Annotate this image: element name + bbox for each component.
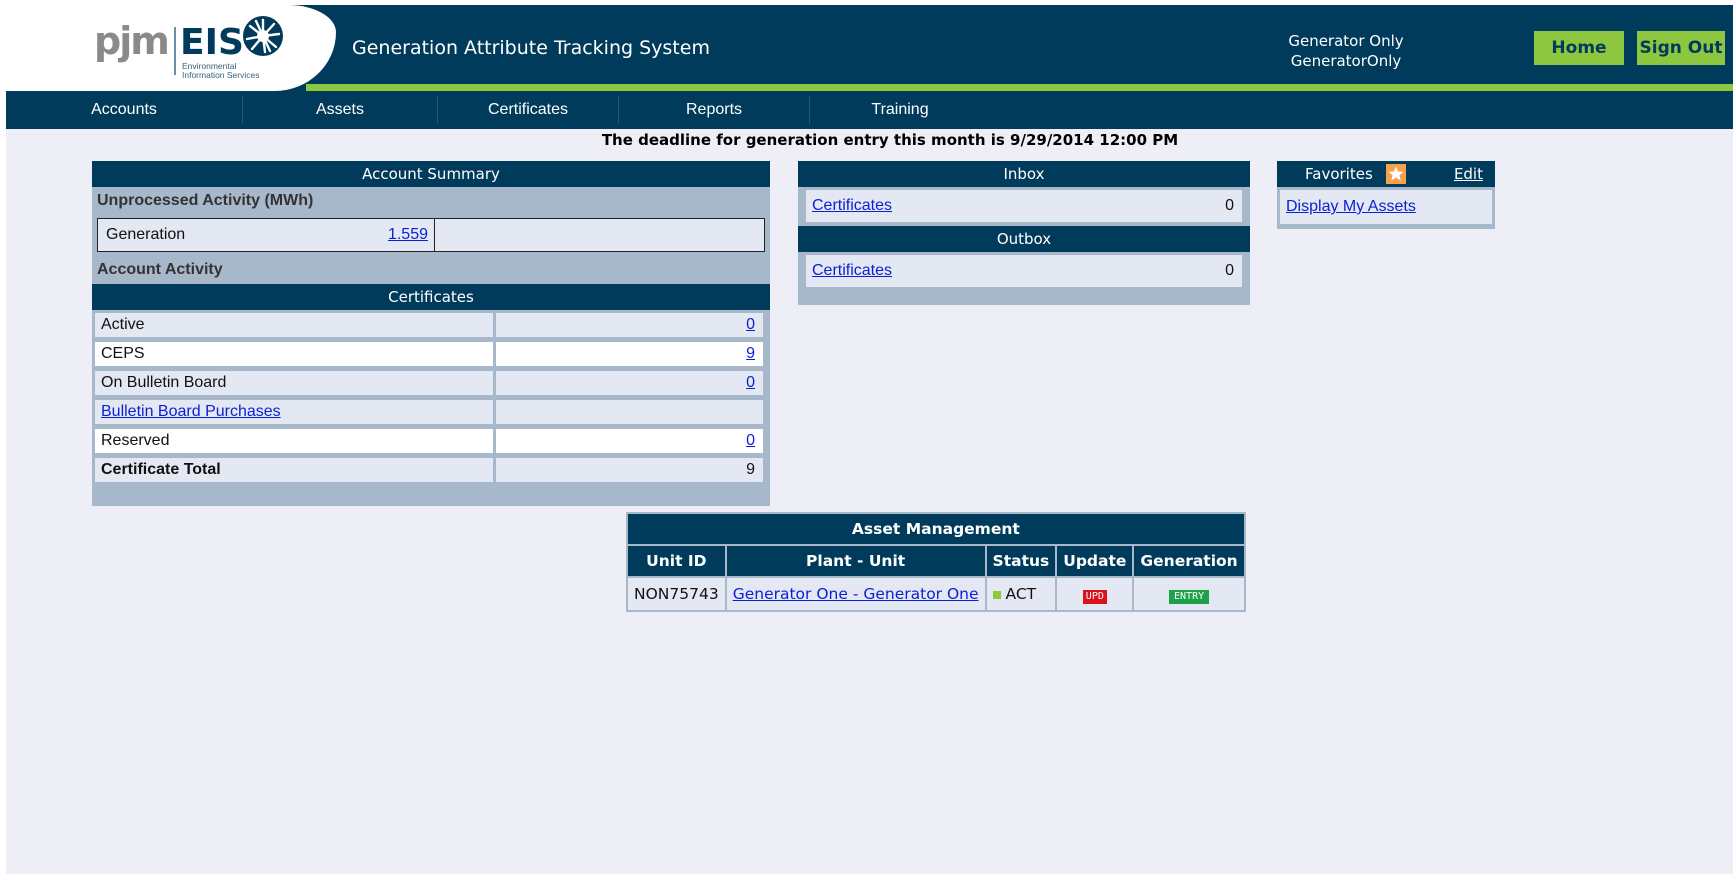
- cert-row-value-cell: [496, 400, 763, 424]
- column-header-status: Status: [986, 546, 1056, 576]
- sun-icon: [243, 16, 283, 56]
- generation-row-divider: [434, 219, 435, 251]
- page-frame: pjm EIS Environmental Information Servic…: [6, 5, 1733, 874]
- logo[interactable]: pjm EIS Environmental Information Servic…: [6, 5, 336, 91]
- sign-out-button[interactable]: Sign Out: [1637, 31, 1725, 65]
- column-header-unit-id: Unit ID: [628, 546, 725, 576]
- column-header-update: Update: [1057, 546, 1133, 576]
- home-button[interactable]: Home: [1534, 31, 1624, 65]
- logo-subtitle: Environmental Information Services: [182, 62, 259, 80]
- display-my-assets-link[interactable]: Display My Assets: [1286, 190, 1416, 224]
- cert-row-value-cell: 0: [496, 313, 763, 337]
- inbox-outbox-panel: Inbox Certificates 0 Outbox Certificates…: [798, 161, 1250, 305]
- status-indicator-icon: [992, 590, 1001, 599]
- cert-row-label: Active: [95, 313, 493, 337]
- cert-row-reserved: Reserved 0: [92, 426, 770, 455]
- cert-row-label: On Bulletin Board: [95, 371, 493, 395]
- account-summary-header: Account Summary: [92, 161, 770, 187]
- favorites-edit-link[interactable]: Edit: [1454, 161, 1483, 187]
- update-button[interactable]: UPD: [1082, 589, 1107, 604]
- nav-item-certificates[interactable]: Certificates: [438, 91, 618, 129]
- logo-pjm-text: pjm: [94, 19, 170, 63]
- user-role: Generator Only: [1288, 32, 1404, 50]
- favorites-header: Favorites Edit: [1277, 161, 1495, 187]
- outbox-header: Outbox: [798, 226, 1250, 252]
- cert-row-bulletin-board: On Bulletin Board 0: [92, 368, 770, 397]
- cert-total-label: Certificate Total: [95, 458, 493, 482]
- user-name: GeneratorOnly: [1290, 52, 1402, 70]
- header-accent-stripe: [306, 84, 1733, 91]
- cert-reserved-link[interactable]: 0: [746, 432, 755, 449]
- favorites-title: Favorites: [1305, 165, 1373, 183]
- plant-unit-link[interactable]: Generator One - Generator One: [733, 585, 979, 603]
- asset-management-table: Asset Management Unit ID Plant - Unit St…: [626, 512, 1246, 612]
- favorites-row: Display My Assets: [1280, 190, 1492, 224]
- user-info: Generator Only GeneratorOnly: [1246, 31, 1446, 71]
- nav-item-assets[interactable]: Assets: [243, 91, 437, 129]
- inbox-certificates-link[interactable]: Certificates: [812, 190, 892, 222]
- cert-ceps-link[interactable]: 9: [746, 345, 755, 362]
- logo-eis-text: EIS: [180, 22, 244, 63]
- asset-management-header: Asset Management: [628, 514, 1244, 544]
- column-header-plant-unit: Plant - Unit: [726, 546, 985, 576]
- nav-item-training[interactable]: Training: [810, 91, 990, 129]
- column-header-generation: Generation: [1134, 546, 1244, 576]
- cert-active-link[interactable]: 0: [746, 316, 755, 333]
- table-row: NON75743 Generator One - Generator One A…: [628, 578, 1244, 610]
- inbox-count: 0: [1225, 197, 1234, 214]
- plant-unit-cell: Generator One - Generator One: [726, 578, 985, 610]
- update-cell: UPD: [1057, 578, 1133, 610]
- asset-title-row: Asset Management: [628, 514, 1244, 544]
- status-cell: ACT: [986, 578, 1056, 610]
- cert-row-ceps: CEPS 9: [92, 339, 770, 368]
- header: pjm EIS Environmental Information Servic…: [6, 5, 1733, 91]
- cert-row-label-cell: Bulletin Board Purchases: [95, 400, 493, 424]
- outbox-count: 0: [1225, 262, 1234, 279]
- account-activity-label: Account Activity: [97, 261, 223, 278]
- cert-row-total: Certificate Total 9: [92, 455, 770, 484]
- cert-row-value-cell: 0: [496, 371, 763, 395]
- bulletin-board-purchases-link[interactable]: Bulletin Board Purchases: [101, 403, 281, 420]
- unit-id-cell: NON75743: [628, 578, 725, 610]
- account-summary-panel: Account Summary Unprocessed Activity (MW…: [92, 161, 770, 506]
- cert-row-value-cell: 9: [496, 342, 763, 366]
- main-nav: Accounts Assets Certificates Reports Tra…: [6, 91, 1733, 129]
- cert-row-value-cell: 0: [496, 429, 763, 453]
- cert-total-value: 9: [496, 458, 763, 482]
- favorites-panel: Favorites Edit Display My Assets: [1277, 161, 1495, 229]
- app-title: Generation Attribute Tracking System: [352, 37, 710, 59]
- generation-cell: ENTRY: [1134, 578, 1244, 610]
- outbox-row: Certificates 0: [806, 255, 1242, 287]
- nav-item-reports[interactable]: Reports: [619, 91, 809, 129]
- inbox-row: Certificates 0: [806, 190, 1242, 222]
- outbox-certificates-link[interactable]: Certificates: [812, 255, 892, 287]
- cert-bulletin-board-link[interactable]: 0: [746, 374, 755, 391]
- cert-row-active: Active 0: [92, 310, 770, 339]
- generation-value-link[interactable]: 1.559: [378, 219, 428, 251]
- inbox-header: Inbox: [798, 161, 1250, 187]
- star-icon: [1386, 164, 1406, 184]
- asset-column-header-row: Unit ID Plant - Unit Status Update Gener…: [628, 546, 1244, 576]
- cert-row-label: CEPS: [95, 342, 493, 366]
- logo-subtitle-line2: Information Services: [182, 70, 260, 80]
- certificates-header: Certificates: [92, 284, 770, 310]
- generation-entry-button[interactable]: ENTRY: [1169, 589, 1210, 604]
- logo-divider: [174, 27, 176, 75]
- deadline-notice: The deadline for generation entry this m…: [601, 131, 1179, 149]
- cert-row-label: Reserved: [95, 429, 493, 453]
- generation-row: Generation 1.559: [97, 218, 765, 252]
- unprocessed-activity-label: Unprocessed Activity (MWh): [97, 192, 314, 209]
- status-text: ACT: [1005, 585, 1037, 603]
- generation-label: Generation: [106, 226, 186, 243]
- cert-row-bulletin-purchases: Bulletin Board Purchases: [92, 397, 770, 426]
- nav-item-accounts[interactable]: Accounts: [6, 91, 242, 129]
